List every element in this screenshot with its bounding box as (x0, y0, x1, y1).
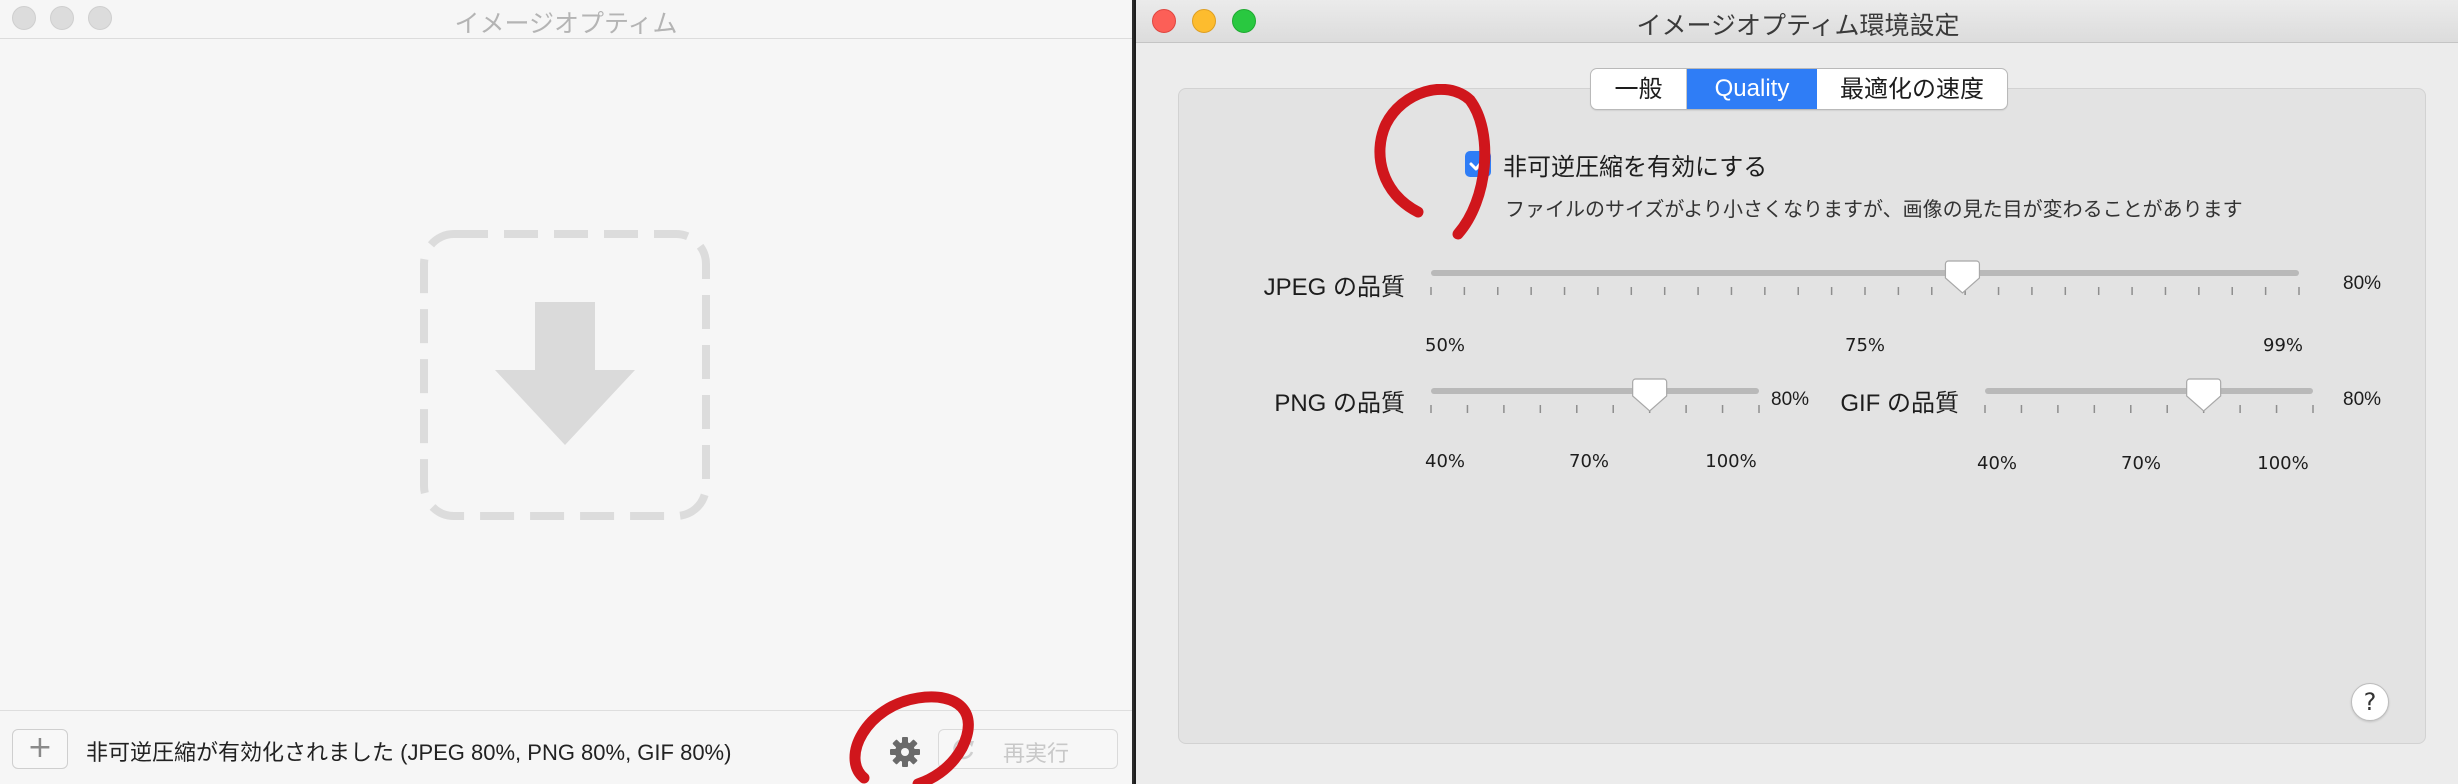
refresh-icon (953, 738, 974, 760)
quality-settings-panel: 非可逆圧縮を有効にする ファイルのサイズがより小さくなりますが、画像の見た目が変… (1178, 88, 2426, 744)
jpeg-slider-track[interactable] (1431, 270, 2299, 276)
jpeg-slider-knob[interactable] (1944, 260, 1981, 294)
png-tick-mid: 70% (1568, 451, 1610, 472)
image-drop-zone[interactable] (420, 230, 710, 520)
jpeg-quality-slider[interactable] (1425, 259, 2305, 309)
jpeg-quality-label: JPEG の品質 (1263, 274, 1405, 301)
lossy-checkbox-label: 非可逆圧縮を有効にする (1503, 153, 1768, 181)
png-quality-slider[interactable] (1425, 377, 1765, 427)
tab-quality[interactable]: Quality (1687, 69, 1817, 109)
main-window-titlebar: イメージオプティム (0, 0, 1132, 39)
gif-tick-max: 100% (2257, 453, 2309, 474)
help-button[interactable]: ? (2351, 683, 2389, 721)
preferences-titlebar: イメージオプティム環境設定 (1136, 0, 2458, 43)
preferences-title: イメージオプティム環境設定 (1636, 11, 1960, 40)
tab-optimization-speed[interactable]: 最適化の速度 (1817, 69, 2007, 109)
lossy-description: ファイルのサイズがより小さくなりますが、画像の見た目が変わることがあります (1505, 197, 2243, 221)
preferences-window: イメージオプティム環境設定 一般 Quality 最適化の速度 非可逆圧縮を有効… (1134, 0, 2458, 784)
tab-general[interactable]: 一般 (1591, 69, 1687, 109)
preferences-tab-bar: 一般 Quality 最適化の速度 (1590, 68, 2008, 110)
jpeg-tick-max: 99% (2262, 335, 2304, 356)
status-message: 非可逆圧縮が有効化されました (JPEG 80%, PNG 80%, GIF 8… (86, 740, 732, 765)
gif-quality-value: 80% (2343, 389, 2382, 410)
png-slider-track[interactable] (1431, 388, 1759, 394)
jpeg-tick-min: 50% (1424, 335, 1466, 356)
gif-slider-track[interactable] (1985, 388, 2313, 394)
add-files-button[interactable]: + (12, 729, 68, 769)
gif-quality-label: GIF の品質 (1840, 390, 1959, 417)
checkmark-icon (1469, 156, 1487, 171)
main-window-title: イメージオプティム (454, 9, 678, 38)
rerun-label: 再実行 (1003, 742, 1070, 767)
png-tick-min: 40% (1424, 451, 1466, 472)
rerun-button[interactable]: 再実行 (938, 729, 1118, 769)
lossy-checkbox[interactable] (1465, 151, 1491, 177)
png-slider-knob[interactable] (1632, 378, 1668, 412)
jpeg-quality-value: 80% (2343, 273, 2382, 294)
gif-tick-mid: 70% (2120, 453, 2162, 474)
jpeg-tick-mid: 75% (1844, 335, 1886, 356)
gif-slider-knob[interactable] (2186, 378, 2222, 412)
png-tick-max: 100% (1705, 451, 1757, 472)
gear-icon[interactable] (888, 735, 922, 769)
imageoptim-main-window: イメージオプティム + 非可逆圧縮が有効化されました (JPEG 80%, PN… (0, 0, 1132, 784)
png-quality-label: PNG の品質 (1274, 390, 1405, 417)
gif-tick-min: 40% (1976, 453, 2018, 474)
main-window-bottom-bar: + 非可逆圧縮が有効化されました (JPEG 80%, PNG 80%, GIF… (0, 710, 1132, 784)
gif-quality-slider[interactable] (1979, 377, 2319, 427)
download-arrow-icon (420, 230, 710, 520)
